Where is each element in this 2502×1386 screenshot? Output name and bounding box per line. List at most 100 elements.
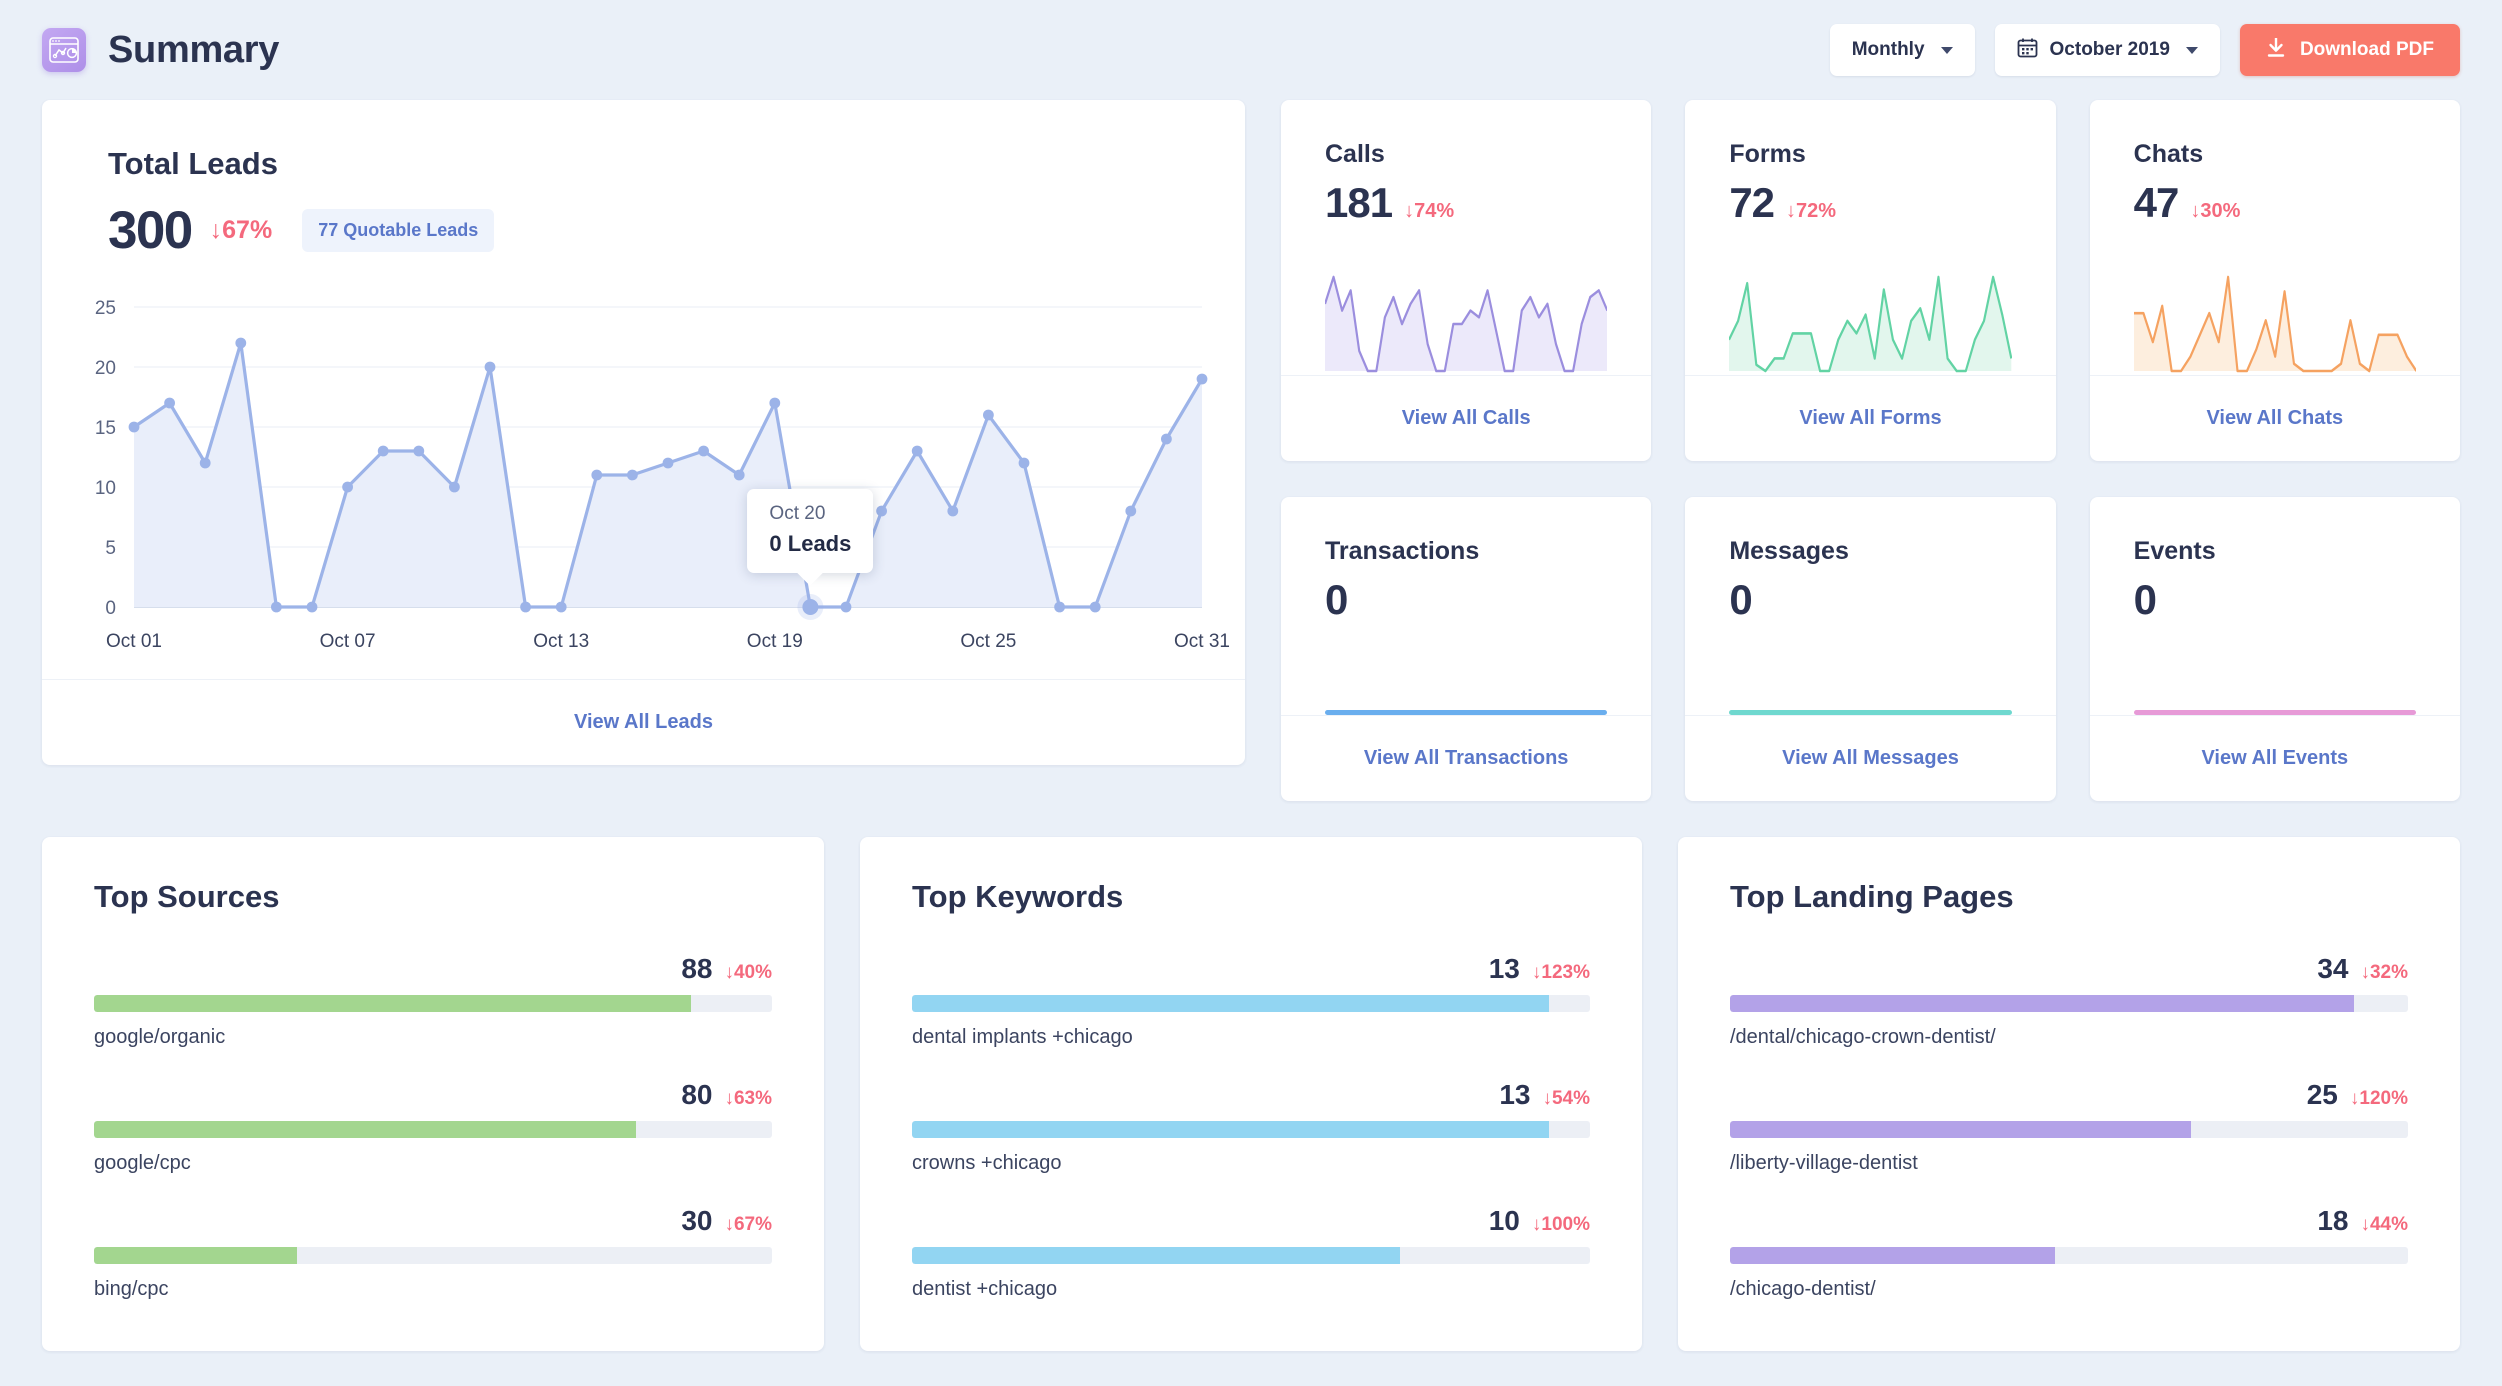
bar-track <box>94 1247 772 1264</box>
bar-value: 34 <box>2317 953 2348 985</box>
metric-title: Chats <box>2134 140 2416 169</box>
bar-fill <box>912 1247 1400 1264</box>
bar-label: crowns +chicago <box>912 1152 1590 1175</box>
bar-value-row: 30 ↓67% <box>94 1205 772 1237</box>
bar-value: 25 <box>2307 1079 2338 1111</box>
metric-card-messages-footer: View All Messages <box>1685 715 2055 801</box>
panel-title: Top Keywords <box>912 879 1590 915</box>
metric-card-calls-body: Calls 181 ↓74% <box>1281 100 1651 375</box>
svg-text:Oct 13: Oct 13 <box>533 631 589 652</box>
bar-delta: ↓40% <box>724 962 772 984</box>
total-leads-value: 300 <box>108 200 192 261</box>
download-pdf-button[interactable]: Download PDF <box>2240 24 2460 76</box>
bar-track <box>1730 1121 2408 1138</box>
metric-value-row: 0 <box>2134 576 2416 624</box>
bar-value-row: 25 ↓120% <box>1730 1079 2408 1111</box>
analytics-window-icon <box>42 28 86 72</box>
metric-value: 0 <box>2134 576 2156 624</box>
bar-label: bing/cpc <box>94 1278 772 1301</box>
bar-value-row: 34 ↓32% <box>1730 953 2408 985</box>
sparkline-calls <box>1325 265 1607 375</box>
quotable-leads-badge: 77 Quotable Leads <box>302 209 494 252</box>
list-item[interactable]: 80 ↓63% google/cpc <box>94 1079 772 1175</box>
bar-delta: ↓123% <box>1532 962 1590 984</box>
list-item[interactable]: 34 ↓32% /dental/chicago-crown-dentist/ <box>1730 953 2408 1049</box>
metric-title: Transactions <box>1325 537 1607 566</box>
list-item[interactable]: 25 ↓120% /liberty-village-dentist <box>1730 1079 2408 1175</box>
top-keywords-panel: Top Keywords 13 ↓123% dental implants +c… <box>860 837 1642 1351</box>
bar-track <box>1730 995 2408 1012</box>
metric-value: 0 <box>1325 576 1347 624</box>
list-item[interactable]: 88 ↓40% google/organic <box>94 953 772 1049</box>
metric-value: 72 <box>1729 179 1774 227</box>
view-all-events-link[interactable]: View All Events <box>2201 747 2348 770</box>
dashboard-grid: Total Leads 300 ↓67% 77 Quotable Leads 0… <box>0 100 2502 1351</box>
bar-value-row: 80 ↓63% <box>94 1079 772 1111</box>
bar-track <box>912 995 1590 1012</box>
metric-value-row: 181 ↓74% <box>1325 179 1607 227</box>
metric-value-row: 72 ↓72% <box>1729 179 2011 227</box>
top-keywords-list: 13 ↓123% dental implants +chicago 13 ↓54… <box>912 953 1590 1301</box>
download-icon <box>2266 37 2286 64</box>
bar-fill <box>94 1121 636 1138</box>
view-all-forms-link[interactable]: View All Forms <box>1799 407 1941 430</box>
bar-delta: ↓32% <box>2360 962 2408 984</box>
metric-card-events: Events 0 View All Events <box>2090 497 2460 801</box>
metric-title: Calls <box>1325 140 1607 169</box>
total-leads-card: Total Leads 300 ↓67% 77 Quotable Leads 0… <box>42 100 1245 765</box>
list-item[interactable]: 13 ↓54% crowns +chicago <box>912 1079 1590 1175</box>
bar-track <box>912 1247 1590 1264</box>
top-landing-pages-list: 34 ↓32% /dental/chicago-crown-dentist/ 2… <box>1730 953 2408 1301</box>
bar-value-row: 88 ↓40% <box>94 953 772 985</box>
list-item[interactable]: 10 ↓100% dentist +chicago <box>912 1205 1590 1301</box>
view-all-chats-link[interactable]: View All Chats <box>2206 407 2343 430</box>
bar-fill <box>1730 995 2354 1012</box>
bar-label: google/organic <box>94 1026 772 1049</box>
top-row: Total Leads 300 ↓67% 77 Quotable Leads 0… <box>42 100 2460 801</box>
metric-delta: ↓30% <box>2190 200 2240 223</box>
svg-text:Oct 25: Oct 25 <box>960 631 1016 652</box>
metric-card-events-body: Events 0 <box>2090 497 2460 715</box>
metric-card-calls-footer: View All Calls <box>1281 375 1651 461</box>
bar-label: dental implants +chicago <box>912 1026 1590 1049</box>
bar-fill <box>1730 1247 2055 1264</box>
header-controls: Monthly October 2019 <box>1830 24 2460 76</box>
total-leads-title: Total Leads <box>108 146 1179 182</box>
calendar-icon <box>2017 37 2038 64</box>
view-all-transactions-link[interactable]: View All Transactions <box>1364 747 1569 770</box>
svg-text:15: 15 <box>95 418 116 439</box>
date-range-label: October 2019 <box>2050 39 2170 61</box>
leads-area-chart[interactable]: 0510152025Oct 01Oct 07Oct 13Oct 19Oct 25… <box>42 289 1245 679</box>
bar-delta: ↓120% <box>2350 1088 2408 1110</box>
bar-track <box>912 1121 1590 1138</box>
bar-value-row: 10 ↓100% <box>912 1205 1590 1237</box>
list-item[interactable]: 18 ↓44% /chicago-dentist/ <box>1730 1205 2408 1301</box>
bar-value: 10 <box>1489 1205 1520 1237</box>
view-all-calls-link[interactable]: View All Calls <box>1402 407 1531 430</box>
list-item[interactable]: 13 ↓123% dental implants +chicago <box>912 953 1590 1049</box>
list-item[interactable]: 30 ↓67% bing/cpc <box>94 1205 772 1301</box>
view-all-messages-link[interactable]: View All Messages <box>1782 747 1959 770</box>
bar-fill <box>1730 1121 2191 1138</box>
metric-card-forms: Forms 72 ↓72% View All Forms <box>1685 100 2055 461</box>
metric-value-row: 0 <box>1325 576 1607 624</box>
bar-value-row: 18 ↓44% <box>1730 1205 2408 1237</box>
metric-card-forms-body: Forms 72 ↓72% <box>1685 100 2055 375</box>
page-title: Summary <box>108 29 279 72</box>
bar-delta: ↓44% <box>2360 1214 2408 1236</box>
bar-label: /dental/chicago-crown-dentist/ <box>1730 1026 2408 1049</box>
top-sources-panel: Top Sources 88 ↓40% google/organic 80 ↓6… <box>42 837 824 1351</box>
period-select[interactable]: Monthly <box>1830 24 1975 76</box>
bottom-row: Top Sources 88 ↓40% google/organic 80 ↓6… <box>42 837 2460 1351</box>
view-all-leads-link[interactable]: View All Leads <box>574 711 713 734</box>
bar-fill <box>912 995 1549 1012</box>
metric-row-2: Transactions 0 View All Transactions Mes… <box>1281 497 2460 801</box>
download-pdf-label: Download PDF <box>2300 39 2434 61</box>
metric-card-transactions-footer: View All Transactions <box>1281 715 1651 801</box>
date-range-select[interactable]: October 2019 <box>1995 24 2220 76</box>
bar-track <box>94 1121 772 1138</box>
metric-title: Events <box>2134 537 2416 566</box>
metric-card-chats-footer: View All Chats <box>2090 375 2460 461</box>
bar-delta: ↓63% <box>724 1088 772 1110</box>
bar-delta: ↓54% <box>1542 1088 1590 1110</box>
